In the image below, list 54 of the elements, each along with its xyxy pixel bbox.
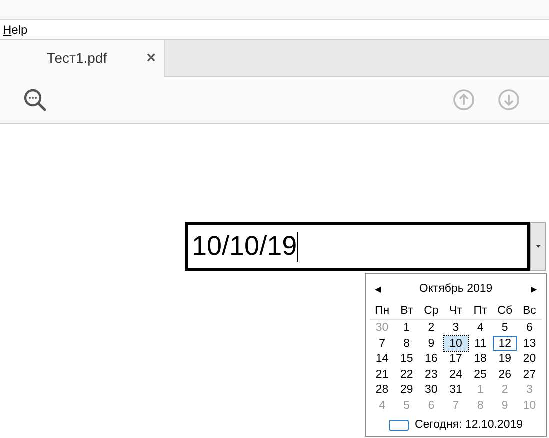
- calendar-day[interactable]: 29: [394, 382, 420, 398]
- calendar-day[interactable]: 17: [444, 351, 468, 366]
- today-marker-icon: [388, 420, 409, 432]
- calendar-day[interactable]: 3: [444, 320, 468, 336]
- close-button[interactable]: ×: [146, 46, 156, 70]
- arrow-up-icon[interactable]: [453, 89, 475, 111]
- calendar-day[interactable]: 24: [444, 366, 468, 382]
- previous-month-button[interactable]: ◀: [375, 284, 381, 296]
- today-link[interactable]: Сегодня: 12.10.2019: [414, 417, 524, 434]
- date-input-field[interactable]: 10/10/19: [185, 222, 530, 271]
- calendar-day[interactable]: 13: [517, 336, 542, 351]
- calendar-day[interactable]: 5: [492, 320, 518, 336]
- calendar-day[interactable]: 6: [517, 320, 542, 336]
- calendar-day[interactable]: 19: [492, 351, 518, 366]
- calendar-day[interactable]: 7: [370, 336, 395, 351]
- calendar-day[interactable]: 10: [444, 336, 468, 351]
- calendar-day[interactable]: 12: [492, 336, 518, 351]
- calendar-day[interactable]: 21: [370, 366, 395, 382]
- calendar-day[interactable]: 16: [419, 351, 444, 366]
- calendar-day[interactable]: 25: [468, 366, 493, 382]
- calendar-day[interactable]: 23: [419, 366, 444, 382]
- calendar-day[interactable]: 8: [394, 336, 420, 351]
- calendar-day[interactable]: 30: [419, 382, 444, 398]
- weekday-header: Пт: [472, 304, 488, 319]
- arrow-down-icon[interactable]: [498, 89, 520, 111]
- search-icon[interactable]: [23, 88, 47, 112]
- calendar-day[interactable]: 26: [492, 366, 518, 382]
- calendar-day[interactable]: 14: [370, 351, 395, 366]
- caret-icon: [536, 245, 540, 248]
- calendar-day[interactable]: 11: [468, 336, 493, 351]
- next-month-button[interactable]: ▶: [531, 284, 537, 296]
- calendar-day[interactable]: 28: [370, 382, 395, 398]
- dropdown-button[interactable]: [530, 222, 546, 271]
- calendar-day[interactable]: 1: [394, 320, 420, 336]
- calendar-day[interactable]: 2: [419, 320, 444, 336]
- menu-item[interactable]: Help: [3, 20, 28, 38]
- calendar-day[interactable]: 15: [394, 351, 420, 366]
- tab-title: Тест1.pdf: [47, 49, 108, 68]
- field-value: 10/10/19: [192, 233, 298, 260]
- weekday-header: Вт: [400, 304, 414, 319]
- weekday-header: Чт: [448, 304, 464, 319]
- weekday-header: Ср: [423, 304, 440, 319]
- weekday-header: Сб: [496, 304, 514, 319]
- calendar-title: Октябрь 2019: [418, 282, 494, 298]
- document-tab[interactable]: Тест1.pdf ×: [0, 40, 165, 77]
- calendar-day[interactable]: 9: [419, 336, 444, 351]
- weekday-header: Пн: [374, 304, 391, 319]
- calendar-day[interactable]: 31: [444, 382, 468, 398]
- weekday-header: Вс: [522, 304, 538, 319]
- calendar-day[interactable]: 22: [394, 366, 420, 382]
- calendar-day[interactable]: 20: [517, 351, 542, 366]
- calendar-day[interactable]: 18: [468, 351, 493, 366]
- calendar-day[interactable]: 27: [517, 366, 542, 382]
- calendar-day[interactable]: 4: [468, 320, 493, 336]
